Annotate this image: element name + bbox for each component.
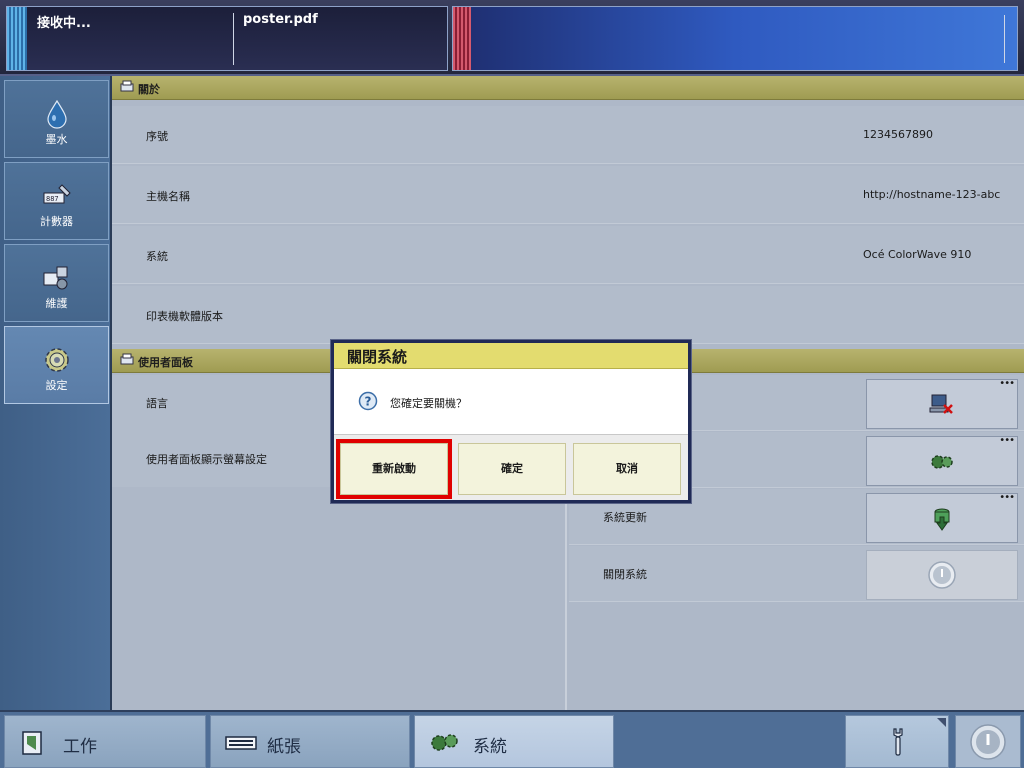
sidebar-item-label: 墨水 [45, 133, 68, 146]
tab-label: 系統 [473, 737, 507, 757]
sidebar-item-label: 維護 [45, 297, 68, 310]
tab-label: 紙張 [267, 737, 301, 757]
sidebar-item-label: 計數器 [40, 215, 73, 228]
about-row-serial: 序號 1234567890 [112, 106, 1024, 164]
settings-gear-icon [44, 348, 69, 372]
system-update-icon [934, 508, 950, 531]
printer-status-indicator [453, 7, 471, 70]
about-row-hostname: 主機名稱 http://hostname-123-abc [112, 166, 1024, 224]
job-file-name: poster.pdf [243, 12, 318, 27]
row-label: 關閉系統 [603, 568, 647, 581]
tab-paper[interactable]: 紙張 [210, 715, 410, 768]
row-label: 主機名稱 [146, 190, 190, 203]
confirm-button[interactable]: 確定 [458, 443, 566, 495]
system-update-button[interactable]: ••• [866, 492, 1018, 543]
row-value: http://hostname-123-abc [863, 188, 1001, 201]
row-label: 序號 [146, 130, 168, 143]
sidebar-item-counters[interactable]: 887 計數器 [4, 162, 109, 240]
row-label: 系統更新 [603, 511, 647, 524]
bottom-nav: 工作 紙張 系統 [0, 710, 1024, 768]
row-value: 1234567890 [863, 128, 933, 141]
sidebar-item-label: 設定 [45, 379, 68, 392]
svg-text:887: 887 [46, 195, 59, 203]
paper-icon [225, 736, 257, 750]
system-gears-icon [431, 734, 458, 751]
about-section-header: 關於 [112, 76, 1024, 100]
more-icon: ••• [999, 435, 1015, 446]
sidebar-item-ink[interactable]: 墨水 [4, 80, 109, 158]
printer-status-panel[interactable] [452, 6, 1018, 71]
divider [233, 13, 234, 65]
row-label: 系統 [146, 250, 168, 263]
section-title: 關於 [138, 83, 160, 96]
question-icon: ? [358, 391, 378, 411]
corner-indicator [937, 718, 946, 727]
restart-button[interactable]: 重新啟動 [336, 439, 452, 499]
ink-drop-icon [46, 99, 67, 129]
system-settings-button[interactable]: ••• [866, 435, 1018, 486]
more-icon: ••• [999, 492, 1015, 503]
tab-system[interactable]: 系統 [414, 715, 614, 768]
tab-jobs[interactable]: 工作 [4, 715, 206, 768]
remote-disconnect-icon [929, 394, 953, 414]
job-status-panel[interactable]: 接收中... poster.pdf [6, 6, 448, 71]
info-printer-icon [120, 80, 134, 92]
sidebar-item-settings[interactable]: 設定 [4, 326, 109, 404]
maintenance-icon [43, 266, 67, 290]
tools-button[interactable] [845, 715, 949, 768]
about-row-software-version: 印表機軟體版本 [112, 286, 1024, 344]
shutdown-dialog: 關閉系統 ? 您確定要關機？ 重新啟動 確定 取消 [331, 340, 691, 503]
job-state: 接收中... [37, 16, 91, 31]
status-bar: 接收中... poster.pdf [0, 0, 1024, 76]
remote-disconnect-button[interactable]: ••• [866, 378, 1018, 429]
power-button[interactable] [955, 715, 1021, 768]
system-row-shutdown: 關閉系統 [569, 546, 1024, 602]
wrench-icon [893, 728, 903, 756]
row-label: 使用者面板顯示螢幕設定 [146, 453, 267, 466]
sidebar-item-maintenance[interactable]: 維護 [4, 244, 109, 322]
tab-label: 工作 [63, 737, 97, 757]
shutdown-button[interactable] [866, 550, 1018, 600]
row-label: 印表機軟體版本 [146, 310, 223, 323]
more-icon: ••• [999, 378, 1015, 389]
dialog-message: 您確定要關機？ [390, 397, 467, 410]
job-icon [22, 731, 42, 755]
row-value: Océ ColorWave 910 [863, 248, 972, 261]
section-title: 使用者面板 [138, 356, 193, 369]
dialog-footer: 重新啟動 確定 取消 [334, 434, 688, 500]
counter-icon: 887 [43, 184, 71, 204]
gears-icon [931, 455, 953, 469]
dialog-body: ? 您確定要關機？ [334, 369, 688, 434]
dialog-title: 關閉系統 [334, 343, 688, 369]
svg-text:?: ? [365, 395, 372, 409]
row-label: 語言 [146, 397, 168, 410]
info-printer-icon [120, 353, 134, 365]
job-progress-indicator [7, 7, 27, 70]
cancel-button[interactable]: 取消 [573, 443, 681, 495]
divider [1004, 15, 1005, 63]
power-icon [928, 561, 956, 589]
power-icon [970, 724, 1006, 760]
left-sidebar: 墨水 887 計數器 維護 設定 [0, 76, 112, 710]
about-row-system: 系統 Océ ColorWave 910 [112, 226, 1024, 284]
